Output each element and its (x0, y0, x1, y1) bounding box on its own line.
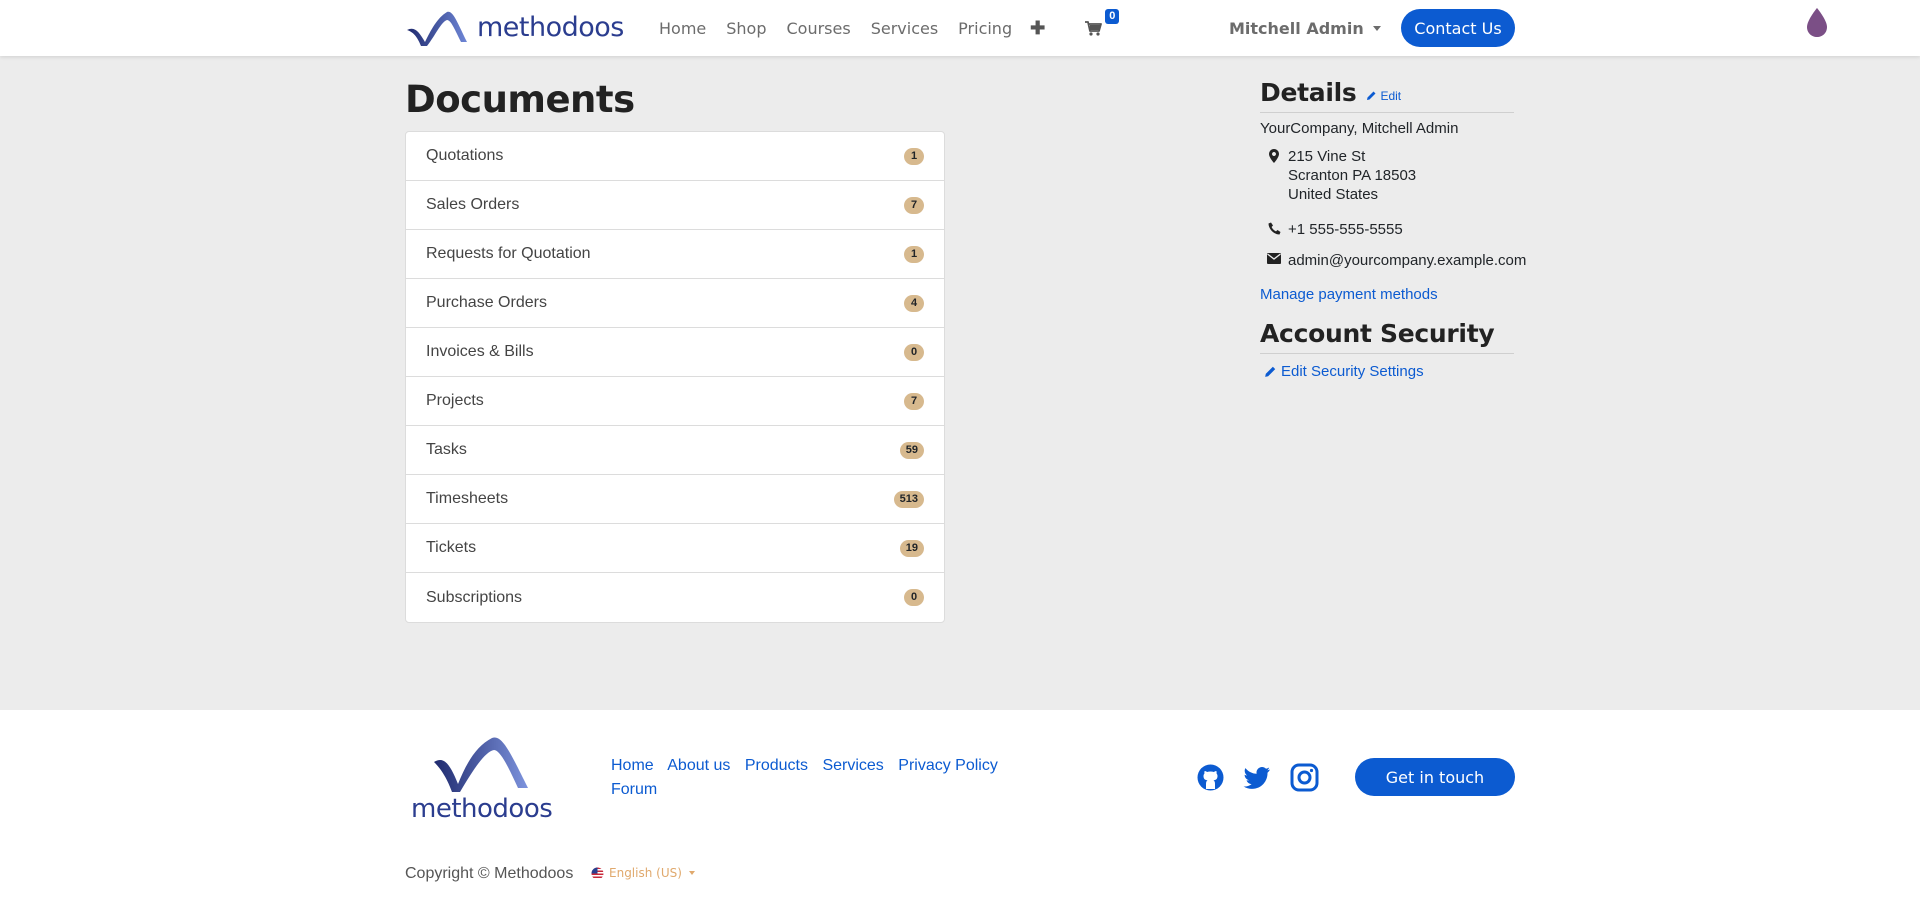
edit-details-link[interactable]: Edit (1366, 89, 1401, 103)
footer-link-forum[interactable]: Forum (611, 781, 657, 798)
top-navbar: methodoos Home Shop Courses Services Pri… (0, 0, 1920, 56)
list-item-projects[interactable]: Projects 7 (406, 377, 944, 426)
manage-payment-methods-link[interactable]: Manage payment methods (1260, 286, 1514, 303)
details-panel: Details Edit YourCompany, Mitchell Admin… (1260, 78, 1526, 383)
caret-down-icon (688, 871, 695, 875)
phone-icon (1268, 222, 1280, 235)
list-item-subscriptions[interactable]: Subscriptions 0 (406, 573, 944, 622)
list-item-tasks[interactable]: Tasks 59 (406, 426, 944, 475)
email-row: admin@yourcompany.example.com (1260, 251, 1526, 270)
count-badge: 7 (904, 196, 924, 214)
phone-row: +1 555-555-5555 (1260, 220, 1514, 239)
address-block: 215 Vine St Scranton PA 18503 United Sta… (1260, 147, 1514, 204)
documents-list: Quotations 1 Sales Orders 7 Requests for… (405, 131, 945, 623)
nav-home[interactable]: Home (659, 19, 706, 38)
plus-icon[interactable]: ✚ (1030, 18, 1045, 39)
copyright-text: Copyright © Methodoos (405, 865, 574, 882)
list-item-label: Requests for Quotation (426, 245, 591, 262)
count-badge: 0 (904, 343, 924, 361)
nav-services[interactable]: Services (871, 19, 938, 38)
user-name: Mitchell Admin (1229, 18, 1364, 38)
envelope-icon (1267, 253, 1281, 264)
list-item-label: Subscriptions (426, 588, 523, 606)
nav-courses[interactable]: Courses (787, 19, 851, 38)
footer-link-products[interactable]: Products (745, 757, 808, 774)
list-item-timesheets[interactable]: Timesheets 513 (406, 475, 944, 524)
company-name: YourCompany, Mitchell Admin (1260, 120, 1459, 137)
count-badge: 1 (904, 147, 924, 165)
main-nav: Home Shop Courses Services Pricing ✚ 0 (659, 0, 1120, 56)
pencil-icon (1367, 91, 1376, 100)
nav-pricing[interactable]: Pricing (958, 19, 1012, 38)
list-item-invoices-bills[interactable]: Invoices & Bills 0 (406, 328, 944, 377)
language-label: English (US) (609, 866, 682, 880)
count-badge: 7 (904, 392, 924, 410)
footer: methodoos Home About us Products Service… (0, 710, 1920, 901)
count-badge: 513 (893, 490, 924, 508)
list-item-label: Sales Orders (426, 196, 520, 213)
footer-link-privacy-policy[interactable]: Privacy Policy (898, 757, 998, 774)
social-links (1196, 763, 1337, 792)
address-line-1: 215 Vine St (1288, 148, 1366, 165)
count-badge: 4 (904, 294, 924, 312)
brand-logo[interactable]: methodoos (405, 8, 624, 46)
count-badge: 1 (904, 245, 924, 263)
list-item-label: Invoices & Bills (426, 343, 534, 360)
list-item-requests-for-quotation[interactable]: Requests for Quotation 1 (406, 230, 944, 279)
instagram-icon[interactable] (1290, 763, 1319, 792)
details-header: Details Edit (1260, 78, 1514, 113)
logo-text: methodoos (477, 11, 624, 43)
caret-down-icon (1372, 25, 1381, 31)
list-item-sales-orders[interactable]: Sales Orders 7 (406, 181, 944, 230)
list-item-label: Projects (426, 392, 484, 409)
footer-links: Home About us Products Services Privacy … (611, 754, 1011, 802)
map-marker-icon (1269, 149, 1279, 163)
user-menu-dropdown[interactable]: Mitchell Admin (1229, 0, 1381, 56)
phone-number: +1 555-555-5555 (1288, 221, 1403, 238)
contact-us-button[interactable]: Contact Us (1401, 9, 1515, 47)
edit-label: Edit (1380, 88, 1402, 103)
twitter-icon[interactable] (1243, 763, 1272, 792)
list-item-label: Quotations (426, 147, 504, 164)
address-line-2: Scranton PA 18503 (1288, 167, 1417, 184)
language-selector[interactable]: English (US) (591, 866, 695, 880)
edit-security-settings-link[interactable]: Edit Security Settings (1264, 363, 1424, 380)
us-flag-icon (591, 867, 604, 879)
cart-button[interactable]: 0 (1085, 8, 1120, 36)
get-in-touch-button[interactable]: Get in touch (1355, 758, 1515, 796)
account-security-title: Account Security (1260, 319, 1495, 348)
cart-count-badge: 0 (1105, 8, 1120, 24)
list-item-label: Tickets (426, 539, 477, 556)
count-badge: 19 (899, 539, 924, 557)
count-badge: 0 (904, 589, 924, 606)
page-title: Documents (405, 78, 635, 121)
nav-shop[interactable]: Shop (726, 19, 766, 38)
address-line-3: United States (1288, 186, 1379, 203)
drop-icon[interactable] (1804, 6, 1830, 38)
account-security-header: Account Security (1260, 319, 1514, 354)
list-item-label: Tasks (426, 441, 467, 458)
list-item-label: Timesheets (426, 490, 509, 507)
shopping-cart-icon (1085, 20, 1103, 36)
footer-link-about-us[interactable]: About us (667, 757, 730, 774)
edit-security-label: Edit Security Settings (1281, 363, 1424, 380)
github-icon[interactable] (1196, 763, 1225, 792)
list-item-purchase-orders[interactable]: Purchase Orders 4 (406, 279, 944, 328)
footer-logo-text: methodoos (411, 794, 553, 824)
list-item-quotations[interactable]: Quotations 1 (406, 132, 944, 181)
list-item-label: Purchase Orders (426, 294, 547, 311)
logo-mark-icon (407, 11, 467, 46)
footer-link-services[interactable]: Services (822, 757, 883, 774)
email-address: admin@yourcompany.example.com (1288, 252, 1527, 269)
footer-link-home[interactable]: Home (611, 757, 654, 774)
count-badge: 59 (899, 441, 924, 459)
list-item-tickets[interactable]: Tickets 19 (406, 524, 944, 573)
footer-logo-mark-icon[interactable] (410, 732, 542, 794)
details-title: Details (1260, 78, 1357, 107)
pencil-icon (1265, 366, 1276, 377)
